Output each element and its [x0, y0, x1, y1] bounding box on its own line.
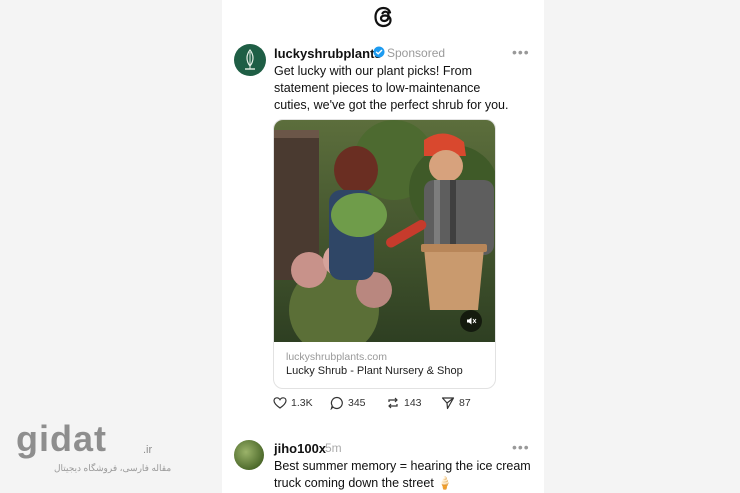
user-avatar[interactable] [234, 440, 264, 470]
caption-line: Best summer memory = hearing the ice cre… [274, 459, 531, 473]
link-domain: luckyshrubplants.com [286, 351, 387, 363]
ad-media-card[interactable]: luckyshrubplants.com Lucky Shrub - Plant… [273, 119, 496, 389]
like-button[interactable]: 1.3K [273, 396, 313, 410]
post-caption: Best summer memory = hearing the ice cre… [274, 458, 536, 492]
reply-count: 345 [348, 397, 366, 409]
more-options-icon[interactable]: ••• [512, 44, 530, 60]
post-username[interactable]: jiho100x [274, 441, 326, 456]
post-caption: Get lucky with our plant picks! From sta… [274, 63, 536, 114]
repost-icon [388, 397, 398, 409]
caption-line: truck coming down the street 🍦 [274, 476, 453, 490]
more-options-icon[interactable]: ••• [512, 439, 530, 455]
heart-icon [273, 397, 287, 409]
post-username[interactable]: luckyshrubplants [274, 46, 382, 61]
comment-icon [330, 396, 343, 410]
brand-avatar[interactable] [234, 44, 266, 76]
reply-button[interactable]: 345 [330, 396, 366, 410]
mute-icon[interactable] [460, 310, 482, 332]
repost-count: 143 [404, 397, 422, 409]
share-count: 87 [459, 397, 471, 409]
verified-badge-icon [373, 46, 385, 58]
gardening-photo [274, 120, 495, 342]
caption-line: Get lucky with our plant picks! From [274, 64, 472, 78]
threads-logo-icon[interactable] [369, 2, 399, 32]
like-count: 1.3K [291, 397, 313, 409]
sponsored-label: Sponsored [387, 46, 446, 60]
repost-button[interactable]: 143 [386, 396, 422, 410]
send-icon [441, 397, 455, 410]
link-title[interactable]: Lucky Shrub - Plant Nursery & Shop [286, 365, 463, 377]
caption-line: cuties, we've got the perfect shrub for … [274, 98, 509, 112]
share-button[interactable]: 87 [441, 396, 471, 410]
post-timestamp: 5m [325, 441, 342, 455]
caption-line: statement pieces to low-maintenance [274, 81, 481, 95]
watermark-tld: .ir [143, 444, 153, 456]
watermark-brand: gidat [16, 418, 107, 459]
watermark-tagline: مقاله فارسی، فروشگاه دیجیتال [54, 463, 172, 473]
